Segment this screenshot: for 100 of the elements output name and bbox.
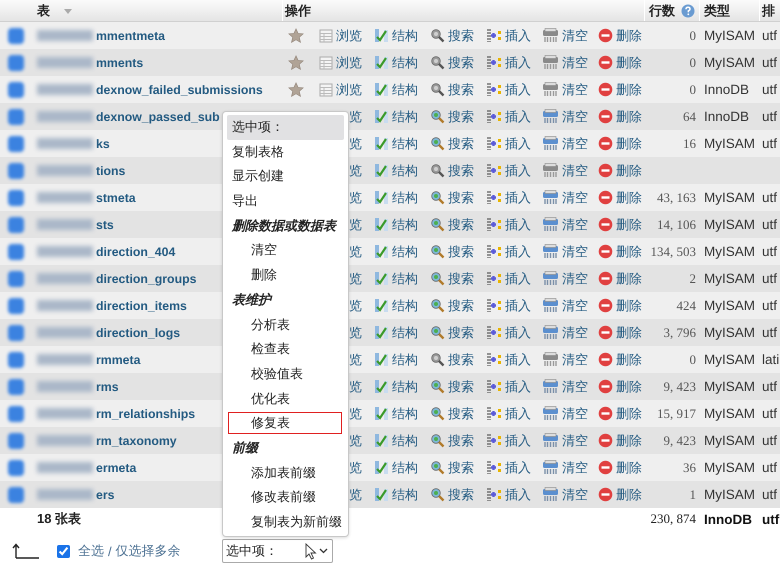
table-name-link[interactable]: stmeta: [96, 190, 136, 204]
column-header[interactable]: 表: [37, 2, 50, 20]
insert-link[interactable]: 插入: [486, 54, 542, 72]
search-link[interactable]: 搜索: [430, 162, 486, 180]
drop-link[interactable]: 删除: [598, 188, 642, 206]
structure-link[interactable]: 结构: [374, 26, 430, 44]
table-name-link[interactable]: mmentmeta: [96, 28, 166, 42]
star-icon[interactable]: [288, 28, 304, 44]
search-link[interactable]: 搜索: [430, 242, 486, 260]
structure-link[interactable]: 结构: [374, 54, 430, 72]
table-name-link[interactable]: direction_404: [96, 244, 176, 258]
table-name-link[interactable]: direction_logs: [96, 326, 180, 340]
insert-link[interactable]: 插入: [486, 486, 542, 504]
empty-link[interactable]: 清空: [542, 26, 598, 44]
search-link[interactable]: 搜索: [430, 404, 486, 422]
empty-link[interactable]: 清空: [542, 242, 598, 260]
menu-option[interactable]: 清空: [223, 238, 348, 264]
search-link[interactable]: 搜索: [430, 486, 486, 504]
search-link[interactable]: 搜索: [430, 458, 486, 476]
empty-link[interactable]: 清空: [542, 486, 598, 504]
structure-link[interactable]: 结构: [374, 242, 430, 260]
table-name-link[interactable]: dexnow_failed_submissions: [96, 82, 263, 96]
insert-link[interactable]: 插入: [486, 134, 542, 152]
browse-link[interactable]: 浏览: [319, 54, 374, 72]
search-link[interactable]: 搜索: [430, 54, 486, 72]
help-icon[interactable]: [681, 4, 695, 18]
search-link[interactable]: 搜索: [430, 26, 486, 44]
search-link[interactable]: 搜索: [430, 378, 486, 396]
table-name-link[interactable]: ks: [96, 136, 110, 150]
drop-link[interactable]: 删除: [598, 378, 642, 396]
empty-link[interactable]: 清空: [542, 296, 598, 314]
drop-link[interactable]: 删除: [598, 404, 642, 422]
search-link[interactable]: 搜索: [430, 216, 486, 234]
table-name-link[interactable]: tions: [96, 164, 126, 178]
drop-link[interactable]: 删除: [598, 296, 642, 314]
empty-link[interactable]: 清空: [542, 404, 598, 422]
structure-link[interactable]: 结构: [374, 404, 430, 422]
table-name-link[interactable]: direction_items: [96, 298, 187, 312]
table-name-link[interactable]: sts: [96, 218, 114, 232]
drop-link[interactable]: 删除: [598, 134, 642, 152]
drop-link[interactable]: 删除: [598, 350, 642, 368]
empty-link[interactable]: 清空: [542, 162, 598, 180]
empty-link[interactable]: 清空: [542, 270, 598, 288]
search-link[interactable]: 搜索: [430, 188, 486, 206]
menu-option[interactable]: 选中项：: [227, 115, 344, 140]
insert-link[interactable]: 插入: [486, 242, 542, 260]
table-name-link[interactable]: rm_relationships: [96, 406, 196, 420]
insert-link[interactable]: 插入: [486, 296, 542, 314]
table-name-link[interactable]: ers: [96, 488, 114, 502]
empty-link[interactable]: 清空: [542, 378, 598, 396]
drop-link[interactable]: 删除: [598, 270, 642, 288]
search-link[interactable]: 搜索: [430, 80, 486, 98]
search-link[interactable]: 搜索: [430, 270, 486, 288]
drop-link[interactable]: 删除: [598, 458, 642, 476]
column-header[interactable]: 排: [762, 2, 775, 20]
insert-link[interactable]: 插入: [486, 324, 542, 342]
select-all-checkbox[interactable]: [57, 544, 70, 558]
structure-link[interactable]: 结构: [374, 324, 430, 342]
drop-link[interactable]: 删除: [598, 162, 642, 180]
empty-link[interactable]: 清空: [542, 458, 598, 476]
menu-option[interactable]: 分析表: [223, 312, 348, 338]
star-icon[interactable]: [288, 82, 304, 98]
menu-option[interactable]: 校验值表: [223, 362, 348, 387]
table-name-link[interactable]: dexnow_passed_sub: [96, 110, 220, 124]
drop-link[interactable]: 删除: [598, 486, 642, 504]
menu-option[interactable]: 修复表: [223, 411, 348, 436]
structure-link[interactable]: 结构: [374, 162, 430, 180]
drop-link[interactable]: 删除: [598, 54, 642, 72]
empty-link[interactable]: 清空: [542, 134, 598, 152]
empty-link[interactable]: 清空: [542, 108, 598, 126]
insert-link[interactable]: 插入: [486, 216, 542, 234]
structure-link[interactable]: 结构: [374, 188, 430, 206]
search-link[interactable]: 搜索: [430, 108, 486, 126]
structure-link[interactable]: 结构: [374, 458, 430, 476]
insert-link[interactable]: 插入: [486, 270, 542, 288]
table-name-link[interactable]: ermeta: [96, 460, 136, 474]
structure-link[interactable]: 结构: [374, 432, 430, 450]
insert-link[interactable]: 插入: [486, 378, 542, 396]
star-icon[interactable]: [288, 54, 304, 70]
structure-link[interactable]: 结构: [374, 486, 430, 504]
menu-option[interactable]: 显示创建: [223, 164, 348, 190]
menu-option[interactable]: 检查表: [223, 337, 348, 362]
menu-option[interactable]: 删除: [223, 263, 348, 288]
search-link[interactable]: 搜索: [430, 296, 486, 314]
menu-option[interactable]: 复制表为新前缀: [223, 510, 348, 535]
search-link[interactable]: 搜索: [430, 324, 486, 342]
empty-link[interactable]: 清空: [542, 350, 598, 368]
empty-link[interactable]: 清空: [542, 432, 598, 450]
empty-link[interactable]: 清空: [542, 80, 598, 98]
drop-link[interactable]: 删除: [598, 432, 642, 450]
structure-link[interactable]: 结构: [374, 270, 430, 288]
with-selected-select[interactable]: 选中项：: [222, 539, 333, 563]
table-name-link[interactable]: rms: [96, 380, 119, 394]
search-link[interactable]: 搜索: [430, 432, 486, 450]
drop-link[interactable]: 删除: [598, 26, 642, 44]
search-link[interactable]: 搜索: [430, 134, 486, 152]
structure-link[interactable]: 结构: [374, 216, 430, 234]
drop-link[interactable]: 删除: [598, 216, 642, 234]
empty-link[interactable]: 清空: [542, 188, 598, 206]
table-name-link[interactable]: direction_groups: [96, 272, 196, 286]
